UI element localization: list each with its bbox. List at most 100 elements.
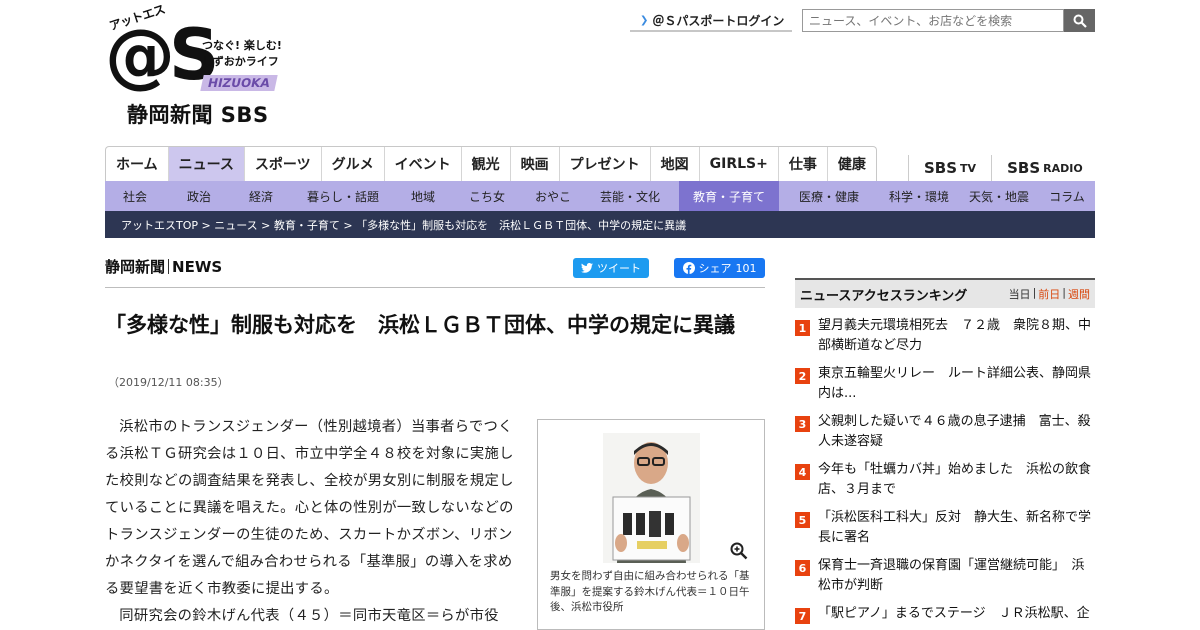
passport-login-label: ＠Ｓパスポートログイン — [652, 13, 785, 28]
search-input[interactable] — [802, 9, 1064, 32]
breadcrumb: アットエスTOP > ニュース > 教育・子育て > 「多様な性」制服も対応を … — [105, 211, 1095, 238]
main-nav-tab[interactable]: イベント — [385, 147, 462, 181]
tagline-line-2: しずおかライフ — [202, 55, 279, 68]
ranking-tab[interactable]: 前日 — [1038, 286, 1060, 302]
ranking-header: ニュースアクセスランキング 当日 | 前日 | 週間 — [795, 278, 1095, 308]
category-tab[interactable]: 科学・環境 — [879, 181, 959, 211]
main-nav-tab[interactable]: 地図 — [651, 147, 700, 181]
category-tab[interactable]: 社会 — [105, 181, 165, 211]
ranking-item-title: 今年も「牡蠣カバ丼」始めました 浜松の飲食店、３月まで — [818, 462, 1092, 497]
main-nav-tab[interactable]: ニュース — [168, 147, 245, 181]
ranking-item-title: 望月義夫元環境相死去 ７２歳 衆院８期、中部横断道など尽力 — [818, 318, 1092, 353]
site-logo[interactable]: アットエス @S つなぐ! 楽しむ! しずおかライフ HIZUOKA 静岡新聞 … — [105, 2, 305, 130]
ranking-tabs: 当日 | 前日 | 週間 — [1009, 286, 1090, 302]
share-count: 101 — [735, 261, 757, 275]
facebook-share-button[interactable]: シェア 101 — [674, 258, 765, 278]
sbs-links: SBS TV SBS RADIO — [908, 155, 1098, 181]
ranking-item-title: 東京五輪聖火リレー ルート詳細公表、静岡県内は... — [818, 366, 1092, 401]
facebook-icon — [682, 262, 695, 274]
category-tab[interactable]: 暮らし・話題 — [289, 181, 397, 211]
ranking-item[interactable]: 2 東京五輪聖火リレー ルート詳細公表、静岡県内は... — [795, 364, 1095, 412]
ranking-item[interactable]: 5 「浜松医科工科大」反対 静大生、新名称で学長に署名 — [795, 508, 1095, 556]
ranking-tab[interactable]: 当日 — [1009, 286, 1031, 302]
category-tab[interactable]: 政治 — [165, 181, 233, 211]
logo-tagline: つなぐ! 楽しむ! しずおかライフ — [202, 38, 282, 70]
article-paragraph: 同研究会の鈴木げん代表（４５）＝同市天竜区＝らが市役 — [119, 608, 499, 624]
main-nav-tab[interactable]: ホーム — [106, 147, 169, 181]
logo-paper-name: 静岡新聞 SBS — [127, 103, 269, 127]
category-tab[interactable]: こち女 — [449, 181, 525, 211]
zoom-icon[interactable] — [730, 542, 748, 560]
source-name: 静岡新聞 — [105, 258, 166, 276]
logo-pref: HIZUOKA — [200, 75, 278, 91]
tagline-line-1: つなぐ! 楽しむ! — [202, 39, 282, 52]
rank-badge: 2 — [795, 368, 810, 384]
tweet-button[interactable]: ツイート — [573, 258, 649, 278]
source-logo: 静岡新聞 NEWS — [105, 256, 222, 277]
article-paragraph: 浜松市のトランスジェンダー（性別越境者）当事者らでつくる浜松ＴＧ研究会は１０日、… — [105, 419, 514, 597]
ranking-item[interactable]: 1 望月義夫元環境相死去 ７２歳 衆院８期、中部横断道など尽力 — [795, 316, 1095, 364]
rank-badge: 5 — [795, 512, 810, 528]
logo-mark: @S — [105, 14, 219, 96]
photo-caption: 男女を問わず自由に組み合わせられる「基準服」を提案する鈴木げん代表＝１０日午後、… — [550, 570, 750, 613]
ranking-item-title: 「駅ピアノ」まるでステージ ＪＲ浜松駅、企 — [818, 606, 1090, 621]
article-photo-box: 男女を問わず自由に組み合わせられる「基準服」を提案する鈴木げん代表＝１０日午後、… — [537, 419, 765, 630]
main-nav-tab[interactable]: プレゼント — [560, 147, 651, 181]
main-nav-tab[interactable]: 映画 — [511, 147, 560, 181]
ranking-tab-separator: | — [1032, 286, 1037, 299]
rank-badge: 4 — [795, 464, 810, 480]
sbs-link[interactable]: SBS RADIO — [991, 155, 1098, 181]
main-nav-tab[interactable]: スポーツ — [245, 147, 322, 181]
article-headline: 「多様な性」制服も対応を 浜松ＬＧＢＴ団体、中学の規定に異議 — [105, 313, 735, 337]
category-nav: 社会 政治 経済 暮らし・話題 地域 こち女 おやこ 芸能・文化 教育・子育て 医療・健康 科学・環… — [105, 181, 1095, 211]
category-tab[interactable]: 芸能・文化 — [581, 181, 679, 211]
ranking-list: 1 望月義夫元環境相死去 ７２歳 衆院８期、中部横断道など尽力 2 東京五輪聖火リレー… — [795, 316, 1095, 630]
category-tab[interactable]: 医療・健康 — [779, 181, 879, 211]
breadcrumb-text[interactable]: アットエスTOP > ニュース > 教育・子育て > 「多様な性」制服も対応を … — [121, 217, 686, 233]
main-nav-tab[interactable]: 観光 — [462, 147, 511, 181]
article-photo[interactable] — [603, 433, 700, 563]
chevron-right-icon: ❯ — [640, 14, 649, 26]
source-divider — [168, 259, 170, 274]
ranking-item[interactable]: 3 父親刺した疑いで４６歳の息子逮捕 富士、殺人未遂容疑 — [795, 412, 1095, 460]
share-label: シェア — [698, 262, 732, 275]
source-section: NEWS — [172, 257, 223, 276]
tweet-label: ツイート — [597, 262, 641, 275]
search-icon — [1073, 14, 1087, 28]
category-tab[interactable]: コラム — [1039, 181, 1095, 211]
ranking-item-title: 父親刺した疑いで４６歳の息子逮捕 富士、殺人未遂容疑 — [818, 414, 1091, 449]
article-body: 浜松市のトランスジェンダー（性別越境者）当事者らでつくる浜松ＴＧ研究会は１０日、… — [105, 414, 515, 630]
main-nav-tab[interactable]: 健康 — [828, 147, 876, 181]
category-tab[interactable]: おやこ — [525, 181, 581, 211]
article-divider — [105, 287, 765, 288]
article-date: （2019/12/11 08:35） — [108, 376, 229, 389]
main-nav-tab[interactable]: 仕事 — [779, 147, 828, 181]
main-nav-tab[interactable]: GIRLS+ — [700, 147, 779, 181]
rank-badge: 7 — [795, 608, 810, 624]
search-button[interactable] — [1064, 9, 1095, 32]
category-tab[interactable]: 地域 — [397, 181, 449, 211]
category-tab[interactable]: 教育・子育て — [679, 181, 779, 211]
category-tab[interactable]: 天気・地震 — [959, 181, 1039, 211]
rank-badge: 1 — [795, 320, 810, 336]
sbs-link-channel: RADIO — [1043, 161, 1083, 175]
twitter-icon — [581, 263, 593, 273]
ranking-item-title: 保育士一斉退職の保育園「運営継続可能」 浜松市が判断 — [818, 558, 1085, 593]
ranking-title: ニュースアクセスランキング — [800, 288, 968, 304]
ranking-tab-separator: | — [1062, 286, 1066, 299]
category-tab[interactable]: 経済 — [233, 181, 289, 211]
ranking-item[interactable]: 4 今年も「牡蠣カバ丼」始めました 浜松の飲食店、３月まで — [795, 460, 1095, 508]
ranking-tab[interactable]: 週間 — [1068, 286, 1090, 302]
rank-badge: 6 — [795, 560, 810, 576]
passport-login-link[interactable]: ❯ ＠Ｓパスポートログイン — [630, 10, 792, 32]
ranking-item[interactable]: 6 保育士一斉退職の保育園「運営継続可能」 浜松市が判断 — [795, 556, 1095, 604]
sbs-link-channel: TV — [960, 161, 977, 175]
ranking-item[interactable]: 7 「駅ピアノ」まるでステージ ＪＲ浜松駅、企 — [795, 604, 1095, 630]
rank-badge: 3 — [795, 416, 810, 432]
site-search — [802, 9, 1095, 32]
main-nav: ホーム ニュース スポーツ グルメ イベント 観光 映画 プレゼント 地図 GIRLS+ 仕事 健康 — [105, 146, 877, 181]
main-nav-tab[interactable]: グルメ — [322, 147, 385, 181]
ranking-item-title: 「浜松医科工科大」反対 静大生、新名称で学長に署名 — [818, 510, 1092, 545]
sbs-link[interactable]: SBS TV — [908, 155, 991, 181]
sbs-link-brand: SBS — [924, 159, 958, 177]
